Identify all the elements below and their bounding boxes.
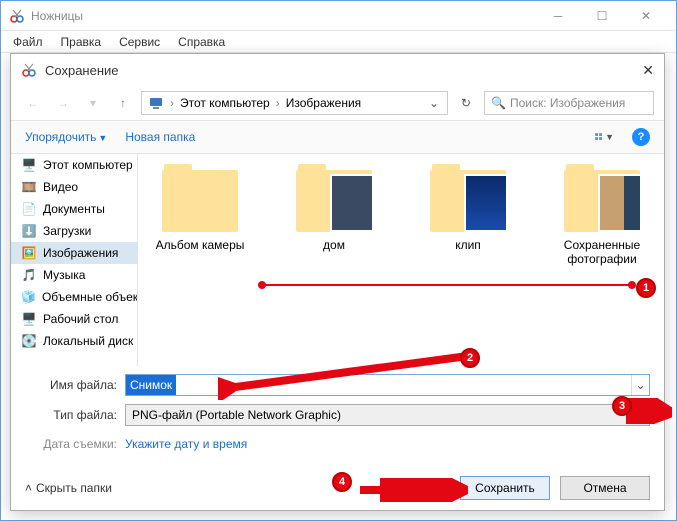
save-button[interactable]: Сохранить (460, 476, 550, 500)
parent-window-titlebar: Ножницы ─ ☐ ✕ (1, 1, 676, 31)
organize-button[interactable]: Упорядочить▼ (25, 130, 107, 144)
annotation-badge-3: 3 (612, 396, 632, 416)
sidebar-item-label: Видео (43, 180, 78, 194)
item-label: Альбом камеры (148, 238, 252, 252)
sidebar-item-label: Документы (43, 202, 105, 216)
hide-folders-label: Скрыть папки (36, 481, 112, 495)
item-label: Сохраненные фотографии (550, 238, 654, 266)
address-dropdown-button[interactable]: ⌄ (423, 96, 445, 110)
sidebar-item-label: Объемные объекты (42, 290, 138, 304)
sidebar-item-label: Музыка (43, 268, 85, 282)
address-bar[interactable]: › Этот компьютер › Изображения ⌄ (141, 91, 448, 115)
hide-folders-button[interactable]: ˄ Скрыть папки (25, 481, 112, 495)
save-dialog: Сохранение ✕ ← → ▾ ↑ › Этот компьютер › … (10, 53, 665, 511)
parent-window-title: Ножницы (31, 9, 536, 23)
annotation-badge-1: 1 (636, 278, 656, 298)
item-label: дом (282, 238, 386, 252)
folder-item[interactable]: дом (282, 162, 386, 266)
nav-forward-button[interactable]: → (51, 91, 75, 115)
cube-icon: 🧊 (21, 289, 36, 305)
video-icon: 🎞️ (21, 179, 37, 195)
navigation-sidebar: 🖥️ Этот компьютер 🎞️ Видео 📄 Документы ⬇️ За… (11, 154, 138, 366)
sidebar-item-label: Этот компьютер (43, 158, 133, 172)
filename-label: Имя файла: (25, 378, 125, 392)
filename-input[interactable]: Снимок ⌄ (125, 374, 650, 396)
filename-dropdown-button[interactable]: ⌄ (631, 375, 649, 395)
new-folder-button[interactable]: Новая папка (125, 130, 195, 144)
search-input[interactable]: 🔍 Поиск: Изображения (484, 91, 654, 115)
close-button[interactable]: ✕ (624, 2, 668, 30)
folder-item[interactable]: Сохраненные фотографии (550, 162, 654, 266)
sidebar-item-label: Загрузки (43, 224, 91, 238)
refresh-button[interactable]: ↻ (454, 96, 478, 110)
sidebar-item-documents[interactable]: 📄 Документы (11, 198, 137, 220)
sidebar-item-this-pc[interactable]: 🖥️ Этот компьютер (11, 154, 137, 176)
music-icon: 🎵 (21, 267, 37, 283)
menu-service[interactable]: Сервис (111, 33, 168, 51)
snipping-tool-icon (21, 62, 37, 78)
date-taken-link[interactable]: Укажите дату и время (125, 437, 247, 451)
breadcrumb-root[interactable]: Этот компьютер (176, 96, 274, 110)
cancel-button[interactable]: Отмена (560, 476, 650, 500)
dialog-title: Сохранение (45, 63, 614, 78)
sidebar-item-videos[interactable]: 🎞️ Видео (11, 176, 137, 198)
file-list[interactable]: Альбом камеры дом клип Сохраненные фотог… (138, 154, 664, 366)
filetype-value: PNG-файл (Portable Network Graphic) (132, 408, 341, 422)
help-button[interactable]: ? (632, 128, 650, 146)
view-options-button[interactable]: ▼ (594, 127, 614, 147)
nav-back-button[interactable]: ← (21, 91, 45, 115)
filename-value: Снимок (126, 375, 176, 395)
disk-icon: 💽 (21, 333, 37, 349)
sidebar-item-3d-objects[interactable]: 🧊 Объемные объекты (11, 286, 137, 308)
annotation-badge-4: 4 (332, 472, 352, 492)
search-icon: 🔍 (491, 96, 506, 110)
nav-up-button[interactable]: ↑ (111, 91, 135, 115)
chevron-down-icon: ⌄ (633, 408, 643, 422)
breadcrumb-folder[interactable]: Изображения (282, 96, 365, 110)
sidebar-item-pictures[interactable]: 🖼️ Изображения (11, 242, 137, 264)
document-icon: 📄 (21, 201, 37, 217)
pc-icon: 🖥️ (21, 157, 37, 173)
date-taken-label: Дата съемки: (25, 437, 125, 451)
filetype-combo[interactable]: PNG-файл (Portable Network Graphic) ⌄ (125, 404, 650, 426)
desktop-icon: 🖥️ (21, 311, 37, 327)
annotation-badge-2: 2 (460, 348, 480, 368)
parent-menubar: Файл Правка Сервис Справка (1, 31, 676, 53)
image-icon: 🖼️ (21, 245, 37, 261)
sidebar-item-label: Локальный диск (43, 334, 133, 348)
menu-edit[interactable]: Правка (53, 33, 110, 51)
sidebar-item-music[interactable]: 🎵 Музыка (11, 264, 137, 286)
search-placeholder: Поиск: Изображения (510, 96, 625, 110)
chevron-up-icon: ˄ (25, 481, 32, 495)
sidebar-item-desktop[interactable]: 🖥️ Рабочий стол (11, 308, 137, 330)
nav-recent-button[interactable]: ▾ (81, 91, 105, 115)
filetype-label: Тип файла: (25, 408, 125, 422)
folder-item[interactable]: Альбом камеры (148, 162, 252, 266)
annotation-line (262, 284, 632, 286)
folder-item[interactable]: клип (416, 162, 520, 266)
sidebar-item-label: Рабочий стол (43, 312, 118, 326)
chevron-right-icon[interactable]: › (168, 96, 176, 110)
download-icon: ⬇️ (21, 223, 37, 239)
sidebar-item-local-disk[interactable]: 💽 Локальный диск (11, 330, 137, 352)
dialog-close-button[interactable]: ✕ (614, 62, 654, 79)
item-label: клип (416, 238, 520, 252)
maximize-button[interactable]: ☐ (580, 2, 624, 30)
minimize-button[interactable]: ─ (536, 2, 580, 30)
snipping-tool-icon (9, 8, 25, 24)
sidebar-item-downloads[interactable]: ⬇️ Загрузки (11, 220, 137, 242)
chevron-right-icon[interactable]: › (274, 96, 282, 110)
menu-file[interactable]: Файл (5, 33, 51, 51)
sidebar-item-label: Изображения (43, 246, 118, 260)
pc-icon (148, 95, 164, 111)
menu-help[interactable]: Справка (170, 33, 233, 51)
